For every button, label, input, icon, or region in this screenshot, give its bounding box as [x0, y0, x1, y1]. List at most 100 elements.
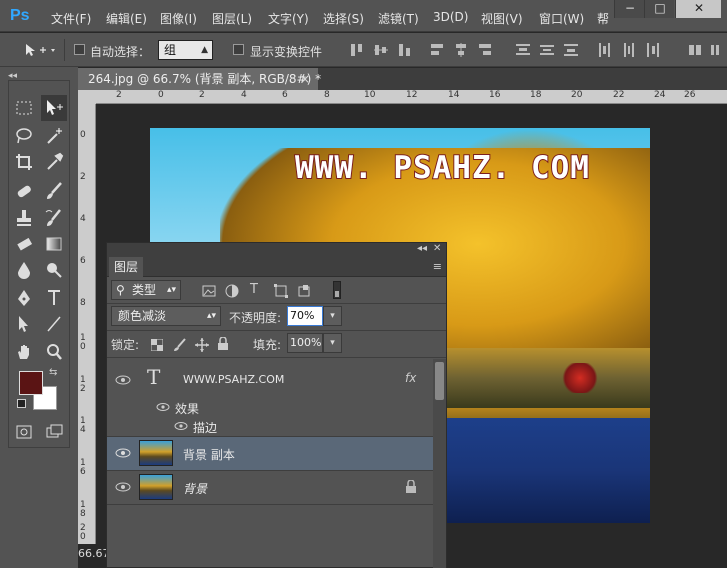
lock-position-icon[interactable] [195, 338, 209, 352]
foreground-color-swatch[interactable] [19, 371, 43, 395]
filter-kind-dropdown[interactable]: ⚲ 类型 ▴▾ [111, 280, 181, 300]
align-bottom-icon[interactable] [398, 43, 412, 57]
maximize-button[interactable]: □ [644, 0, 674, 18]
hand-icon [18, 345, 29, 359]
healing-brush-tool[interactable] [11, 178, 37, 204]
filter-type-icon[interactable]: T [250, 282, 258, 297]
swap-colors-icon[interactable]: ⇆ [49, 367, 57, 378]
filter-adjustment-icon[interactable] [225, 284, 239, 298]
scrollbar-thumb[interactable] [435, 362, 444, 400]
opacity-slider-toggle[interactable]: ▾ [323, 306, 342, 326]
panel-titlebar[interactable]: ◂◂ ✕ [107, 243, 446, 257]
auto-select-checkbox[interactable] [74, 44, 85, 55]
auto-select-dropdown[interactable]: 组 ▲ [158, 40, 213, 60]
menu-window[interactable]: 窗口(W) [539, 10, 584, 27]
align-vcenter-icon[interactable] [374, 43, 388, 57]
ruler-origin[interactable] [78, 90, 96, 104]
tab-layers[interactable]: 图层 [109, 257, 143, 277]
brush-tool[interactable] [41, 178, 67, 204]
align-hcenter-icon[interactable] [454, 43, 468, 57]
lock-image-icon[interactable] [173, 338, 187, 352]
menu-select[interactable]: 选择(S) [323, 10, 364, 27]
minimize-button[interactable]: − [614, 0, 644, 18]
quick-mask-tool[interactable] [11, 419, 37, 445]
lock-all-icon[interactable] [217, 337, 229, 351]
auto-align-icon[interactable] [688, 43, 702, 57]
blend-mode-dropdown[interactable]: 颜色减淡 ▴▾ [111, 306, 221, 326]
menu-file[interactable]: 文件(F) [51, 10, 91, 27]
distribute-top-icon[interactable] [516, 43, 530, 57]
align-left-icon[interactable] [430, 43, 444, 57]
layer-row-text[interactable]: T WWW.PSAHZ.COM fx 效果 描边 [107, 359, 433, 435]
layer-effects-fx-icon[interactable]: fx [405, 371, 416, 385]
crop-tool[interactable] [11, 149, 37, 175]
filter-toggle-switch[interactable] [333, 281, 341, 299]
visibility-eye-icon[interactable] [113, 446, 133, 460]
layers-scrollbar[interactable] [433, 359, 446, 568]
move-tool[interactable] [41, 95, 67, 121]
distribute-left-icon[interactable] [598, 43, 612, 57]
marquee-tool[interactable] [11, 95, 37, 121]
ruler-h-tick: 24 [654, 90, 666, 100]
distribute-spacing-icon[interactable] [710, 43, 724, 57]
gradient-tool[interactable] [41, 231, 67, 257]
collapse-panel-icon[interactable]: ◂◂ [417, 243, 427, 254]
distribute-right-icon[interactable] [646, 43, 660, 57]
show-transform-checkbox[interactable] [233, 44, 244, 55]
menu-help[interactable]: 帮 [597, 10, 609, 27]
screen-mode-tool[interactable] [41, 419, 67, 445]
layer-row-background-copy[interactable]: 背景 副本 [107, 437, 433, 470]
filter-smart-object-icon[interactable] [297, 284, 311, 298]
visibility-eye-icon[interactable] [113, 480, 133, 494]
ruler-h-tick: 14 [448, 90, 460, 100]
document-tab[interactable]: 264.jpg @ 66.7% (背景 副本, RGB/8#) * × [78, 68, 321, 90]
lock-transparent-icon[interactable] [151, 339, 163, 351]
blur-tool[interactable] [11, 257, 37, 283]
layer-row-background[interactable]: 背景 [107, 471, 433, 504]
vertical-ruler[interactable]: 0 2 4 6 8 1 0 1 2 1 4 1 6 1 8 2 0 [78, 104, 96, 544]
eyedropper-tool[interactable] [41, 149, 67, 175]
magic-wand-tool[interactable] [41, 123, 67, 149]
menu-edit[interactable]: 编辑(E) [106, 10, 147, 27]
filter-shape-icon[interactable] [274, 284, 288, 298]
menu-view[interactable]: 视图(V) [481, 10, 523, 27]
line-tool[interactable] [41, 311, 67, 337]
filter-pixel-icon[interactable] [202, 285, 216, 297]
panel-menu-icon[interactable]: ≡ [433, 260, 442, 273]
close-panel-icon[interactable]: ✕ [433, 243, 441, 254]
eraser-tool[interactable] [11, 231, 37, 257]
move-tool-preset[interactable] [22, 42, 56, 58]
history-brush-tool[interactable] [41, 205, 67, 231]
menu-type[interactable]: 文字(Y) [268, 10, 309, 27]
fill-input[interactable]: 100% [287, 333, 323, 353]
visibility-eye-icon[interactable] [113, 373, 133, 387]
horizontal-ruler[interactable]: 2 0 2 4 6 8 10 12 14 16 18 20 22 24 26 [96, 90, 727, 104]
align-top-icon[interactable] [350, 43, 364, 57]
menu-layer[interactable]: 图层(L) [212, 10, 252, 27]
default-colors-icon[interactable] [17, 399, 26, 408]
menu-3d[interactable]: 3D(D) [433, 10, 468, 24]
pen-tool[interactable] [11, 285, 37, 311]
effects-visibility-icon[interactable] [155, 401, 171, 413]
zoom-status[interactable]: 66.67 [78, 547, 110, 560]
type-tool[interactable] [41, 285, 67, 311]
tab-close-icon[interactable]: × [300, 68, 310, 90]
opacity-input[interactable]: 70% [287, 306, 323, 326]
blend-row: 颜色减淡 ▴▾ 不透明度: 70% ▾ [107, 304, 446, 330]
menu-image[interactable]: 图像(I) [160, 10, 197, 27]
close-button[interactable]: ✕ [675, 0, 721, 18]
path-selection-tool[interactable] [11, 311, 37, 337]
hand-tool[interactable] [11, 339, 37, 365]
lasso-tool[interactable] [11, 123, 37, 149]
zoom-tool[interactable] [41, 339, 67, 365]
fill-slider-toggle[interactable]: ▾ [323, 333, 342, 353]
distribute-vcenter-icon[interactable] [540, 43, 554, 57]
clone-stamp-tool[interactable] [11, 205, 37, 231]
distribute-hcenter-icon[interactable] [622, 43, 636, 57]
align-right-icon[interactable] [478, 43, 492, 57]
stroke-visibility-icon[interactable] [173, 420, 189, 432]
menu-filter[interactable]: 滤镜(T) [378, 10, 419, 27]
ruler-h-tick: 16 [489, 90, 501, 100]
dodge-tool[interactable] [41, 257, 67, 283]
distribute-bottom-icon[interactable] [564, 43, 578, 57]
